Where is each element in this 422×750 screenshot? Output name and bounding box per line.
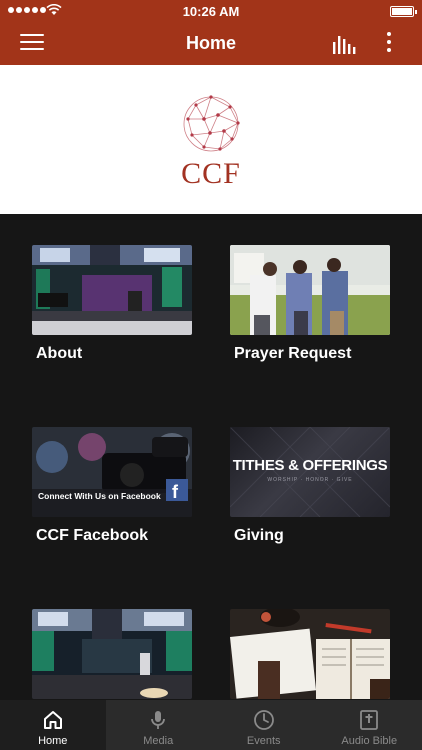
home-grid: About Prayer Request f Connect With Us o… (0, 214, 422, 700)
worship-image (32, 609, 192, 699)
tile-worship[interactable] (32, 609, 192, 709)
more-options-icon[interactable] (382, 32, 396, 56)
tab-media[interactable]: Media (106, 700, 212, 750)
about-image (32, 245, 192, 335)
ccf-logo-icon (183, 95, 240, 152)
giving-overlay-title: TITHES & OFFERINGS (232, 457, 388, 474)
page-title: Home (185, 33, 236, 53)
equalizer-icon[interactable] (332, 34, 356, 54)
giving-overlay-subtitle: WORSHIP · HONOR · GIVE (267, 477, 353, 483)
logo-banner: CCF (0, 65, 422, 214)
logo-text: CCF (181, 157, 241, 190)
status-bar: 10:26 AM (0, 0, 422, 22)
tab-home[interactable]: Home (0, 700, 106, 750)
battery-icon (390, 6, 417, 17)
prayer-image (230, 245, 390, 335)
tab-label: Audio Bible (341, 735, 398, 747)
tile-prayer-request[interactable]: Prayer Request (230, 245, 390, 363)
clock-icon (253, 710, 274, 730)
tile-about[interactable]: About (32, 245, 192, 363)
bible-icon (360, 710, 379, 730)
tab-label: Home (38, 735, 68, 747)
tile-label: Giving (234, 527, 284, 544)
tile-ccf-facebook[interactable]: f Connect With Us on Facebook CCF Facebo… (32, 427, 192, 545)
tab-label: Media (143, 735, 174, 747)
tile-giving[interactable]: TITHES & OFFERINGS WORSHIP · HONOR · GIV… (230, 427, 390, 545)
tab-label: Events (246, 735, 281, 747)
microphone-icon (151, 711, 166, 729)
tile-label: Prayer Request (234, 345, 352, 362)
bible-study-image (230, 609, 390, 699)
svg-text:f: f (172, 482, 179, 502)
giving-image: TITHES & OFFERINGS WORSHIP · HONOR · GIV… (230, 427, 390, 517)
tab-events[interactable]: Events (211, 700, 317, 750)
tile-label: About (36, 345, 83, 362)
tab-audio-bible[interactable]: Audio Bible (317, 700, 422, 750)
nav-bar: Home (0, 22, 422, 65)
facebook-overlay-text: Connect With Us on Facebook (38, 491, 161, 501)
status-time: 10:26 AM (182, 4, 240, 19)
tile-label: CCF Facebook (36, 527, 149, 544)
facebook-image: f Connect With Us on Facebook (32, 427, 192, 517)
home-icon (43, 711, 62, 729)
tile-bible-study[interactable] (230, 609, 390, 709)
tab-bar: Home Media Events Audio Bible (0, 700, 422, 750)
